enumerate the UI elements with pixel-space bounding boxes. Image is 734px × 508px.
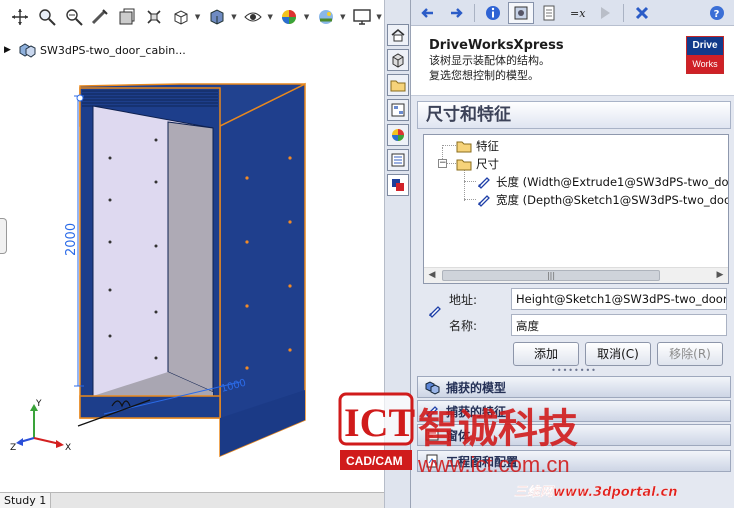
run-icon: [601, 6, 610, 19]
dimensions-features-tree[interactable]: − 特征 尺寸 长度 (Width@Extrude1@SW3dPS-two_do…: [423, 134, 729, 284]
help-button[interactable]: ?: [704, 2, 730, 24]
tree-item-label: 特征: [476, 139, 499, 153]
view-palette-icon: [391, 103, 405, 117]
run-button[interactable]: [592, 2, 618, 24]
driveworks-panel: =x ? DriveWorksXpress 该树显示装配体的结构。 复选您想控制…: [410, 0, 734, 508]
forward-icon: [451, 7, 463, 18]
help-icon: ?: [710, 5, 724, 20]
triad-z-label: Z: [10, 443, 16, 453]
bar-captured-features[interactable]: 捕获的特征: [417, 400, 731, 422]
scroll-right-icon[interactable]: ▶: [712, 268, 728, 283]
form-icon: [425, 429, 439, 441]
forward-button[interactable]: [443, 2, 469, 24]
panel-header: DriveWorksXpress 该树显示装配体的结构。 复选您想控制的模型。 …: [411, 26, 734, 96]
tree-item-features[interactable]: 特征: [456, 138, 499, 154]
tree-connector: [464, 181, 476, 182]
drawing-icon: [426, 454, 438, 468]
capture-icon: [514, 6, 528, 19]
close-icon: [635, 6, 649, 19]
bar-captured-models[interactable]: 捕获的模型: [417, 376, 731, 398]
bar-label: 窗体: [446, 428, 471, 443]
tree-connector: [464, 169, 465, 201]
info-button[interactable]: [480, 2, 506, 24]
graphics-viewport[interactable]: ▼ ▼ ▼ ▼ ▼ ▼ ▶ SW3dPS-two_door_cabin... 2…: [0, 0, 384, 492]
bar-forms[interactable]: 窗体: [417, 424, 731, 446]
dimension-icon: [426, 406, 438, 418]
task-pane-tabs: [384, 0, 410, 508]
bar-label: 捕获的模型: [446, 380, 507, 395]
remove-button[interactable]: 移除(R): [657, 342, 723, 366]
scroll-thumb[interactable]: |||: [442, 270, 660, 281]
info-icon: [486, 5, 500, 20]
tree-connector: [442, 145, 456, 146]
triad-y-label: Y: [35, 399, 42, 409]
custom-properties-icon: [391, 153, 405, 167]
status-bar: Study 1: [0, 492, 384, 508]
triad-x-label: X: [65, 443, 71, 453]
tab-home[interactable]: [387, 24, 409, 46]
section-title: 尺寸和特征: [417, 101, 731, 129]
bar-drawings-configs[interactable]: 工程图和配置: [417, 450, 731, 472]
document-icon: [543, 5, 555, 20]
tree-item-dimension-width[interactable]: 长度 (Width@Extrude1@SW3dPS-two_door_c: [476, 174, 729, 190]
formula-icon: =x: [570, 7, 586, 20]
tab-design-library[interactable]: [387, 49, 409, 71]
reference-triad: Y X Z: [10, 399, 71, 453]
capture-button[interactable]: [508, 1, 534, 24]
tree-item-label: 尺寸: [476, 157, 499, 171]
collapse-toggle-icon[interactable]: −: [438, 159, 447, 168]
toolbar-separator: [474, 3, 475, 22]
name-field[interactable]: 高度: [511, 314, 727, 336]
logo-bottom-text: Works: [687, 55, 723, 73]
tree-item-label: 宽度 (Depth@Sketch1@SW3dPS-two_door_ca: [496, 193, 729, 207]
document-button[interactable]: [536, 2, 562, 24]
name-row: 名称: 高度: [423, 314, 729, 336]
driveworksxpress-icon: [392, 179, 404, 191]
parts-library-icon: [392, 53, 404, 68]
height-dimension-label[interactable]: 2000: [64, 223, 79, 256]
close-button[interactable]: [629, 2, 655, 24]
logo-top-text: Drive: [687, 37, 723, 55]
back-icon: [421, 7, 433, 18]
tab-view-palette[interactable]: [387, 99, 409, 121]
cancel-button[interactable]: 取消(C): [585, 342, 651, 366]
bar-label: 捕获的特征: [446, 404, 507, 419]
dimension-icon: [478, 195, 490, 207]
address-label: 地址:: [449, 292, 478, 307]
study-tab[interactable]: Study 1: [0, 493, 52, 508]
file-explorer-icon: [390, 80, 406, 92]
tab-file-explorer[interactable]: [387, 74, 409, 96]
toolbar-separator: [623, 3, 624, 22]
tab-appearances[interactable]: [387, 124, 409, 146]
folder-open-icon: [456, 159, 472, 171]
add-button[interactable]: 添加: [513, 342, 579, 366]
name-label: 名称:: [449, 318, 478, 333]
panel-splitter[interactable]: ••••••••: [417, 367, 731, 375]
address-row: 地址: Height@Sketch1@SW3dPS-two_door_ca: [423, 288, 729, 310]
panel-toolbar: =x ?: [411, 0, 734, 26]
tree-item-dimensions[interactable]: 尺寸: [456, 156, 499, 172]
address-field[interactable]: Height@Sketch1@SW3dPS-two_door_ca: [511, 288, 727, 310]
appearances-icon: [392, 129, 404, 141]
panel-collapse-handle[interactable]: [0, 218, 7, 254]
driveworks-logo: Drive Works: [686, 36, 724, 74]
back-button[interactable]: [415, 2, 441, 24]
tree-connector: [464, 199, 476, 200]
tab-driveworksxpress[interactable]: [387, 174, 409, 196]
svg-text:=x: =x: [570, 7, 586, 20]
scroll-left-icon[interactable]: ◀: [424, 268, 440, 283]
formula-button[interactable]: =x: [564, 2, 590, 24]
tree-item-label: 长度 (Width@Extrude1@SW3dPS-two_door_c: [496, 175, 729, 189]
assembly-icon: [425, 381, 440, 395]
dimension-icon: [478, 177, 490, 189]
tree-item-dimension-depth[interactable]: 宽度 (Depth@Sketch1@SW3dPS-two_door_ca: [476, 192, 729, 208]
tab-custom-properties[interactable]: [387, 149, 409, 171]
home-icon: [391, 29, 405, 42]
folder-icon: [456, 141, 472, 153]
bar-label: 工程图和配置: [446, 454, 519, 469]
horizontal-scrollbar[interactable]: ◀ ||| ▶: [424, 267, 728, 283]
svg-text:?: ?: [714, 9, 720, 20]
